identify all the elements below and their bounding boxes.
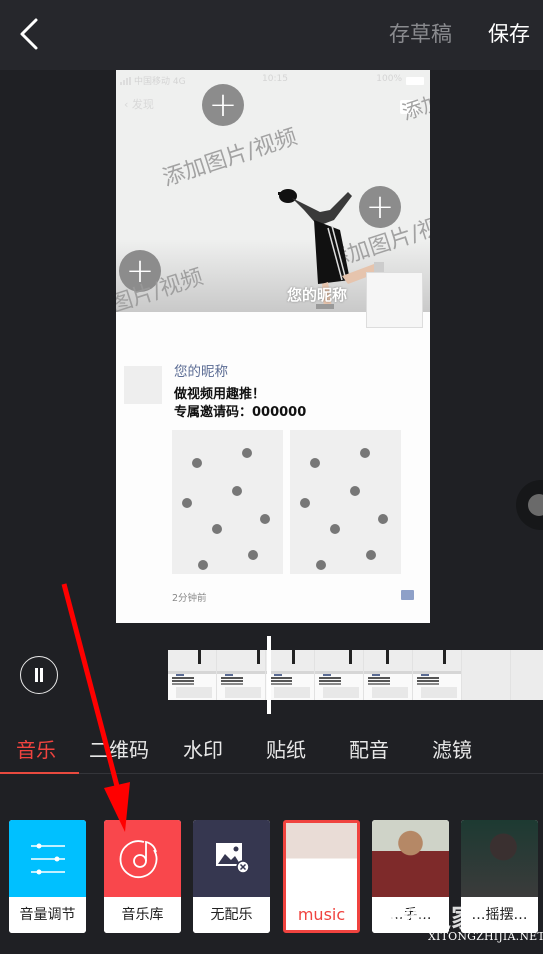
feed-invite-code: 专属邀请码：000000 xyxy=(174,405,307,420)
save-button[interactable]: 保存 xyxy=(488,18,530,48)
preview-status-bar: 中国移动 4G 10:15 100% xyxy=(116,74,430,88)
carrier-text: 中国移动 4G xyxy=(134,77,186,87)
timeline-frame[interactable] xyxy=(413,650,462,700)
tile-label: 无配乐 xyxy=(193,897,270,933)
no-music-tile[interactable]: 无配乐 xyxy=(193,820,270,933)
active-tab-indicator xyxy=(0,772,79,774)
nickname-overlay: 您的昵称 xyxy=(287,286,348,304)
music-note-disc-icon xyxy=(119,840,158,879)
volume-sliders-icon xyxy=(31,843,65,875)
timeline-frame[interactable] xyxy=(217,650,266,700)
tab-voiceover[interactable]: 配音 xyxy=(349,734,389,763)
tab-filters[interactable]: 滤镜 xyxy=(432,734,472,763)
add-media-plus-icon: + xyxy=(202,84,244,126)
tab-stickers[interactable]: 贴纸 xyxy=(266,734,306,763)
timeline-playhead[interactable] xyxy=(267,636,271,714)
feed-nickname: 您的昵称 xyxy=(174,364,228,380)
tab-watermark[interactable]: 水印 xyxy=(183,734,223,763)
timeline-frame[interactable] xyxy=(315,650,364,700)
timeline-frame[interactable] xyxy=(168,650,217,700)
timeline-frame[interactable] xyxy=(364,650,413,700)
tile-art xyxy=(9,820,86,897)
status-time: 10:15 xyxy=(262,74,288,84)
editor-tabs: 音乐 二维码 水印 贴纸 配音 滤镜 xyxy=(0,730,543,774)
tab-music[interactable]: 音乐 xyxy=(16,734,56,763)
pause-icon xyxy=(35,668,38,682)
feed-image-placeholder xyxy=(290,430,401,574)
top-bar: 存草稿 保存 xyxy=(0,0,543,70)
video-preview[interactable]: 中国移动 4G 10:15 100% ‹ 发现 + 添加图片/视频 添加图片/视… xyxy=(116,70,430,623)
timeline-strip[interactable] xyxy=(168,650,543,700)
timeline-frame[interactable] xyxy=(462,650,511,700)
no-music-image-icon xyxy=(216,843,250,874)
music-library-tile[interactable]: 音乐库 xyxy=(104,820,181,933)
filter-toggle-button[interactable] xyxy=(516,480,543,530)
tile-label: 音乐库 xyxy=(104,897,181,933)
feed-description: 做视频用趣推！ xyxy=(174,387,266,402)
timeline-frame[interactable] xyxy=(511,650,543,700)
aperture-icon xyxy=(528,494,543,516)
tile-art xyxy=(193,820,270,897)
feed-avatar xyxy=(124,366,162,404)
site-watermark-en: XITONGZHIJIA.NET xyxy=(428,930,543,943)
save-draft-button[interactable]: 存草稿 xyxy=(389,18,452,48)
feed-image-placeholder xyxy=(172,430,283,574)
tab-qrcode[interactable]: 二维码 xyxy=(89,734,149,763)
battery-icon xyxy=(406,77,424,85)
tile-label: music xyxy=(286,897,357,930)
signal-icon xyxy=(120,77,131,85)
tile-label: 音量调节 xyxy=(9,897,86,933)
battery-text: 100% xyxy=(376,74,402,84)
volume-adjust-tile[interactable]: 音量调节 xyxy=(9,820,86,933)
track-cover-singer xyxy=(461,820,538,897)
timeline-frame[interactable] xyxy=(266,650,315,700)
preview-back-link: ‹ 发现 xyxy=(124,98,154,111)
preview-back-label: 发现 xyxy=(131,98,154,111)
comment-icon xyxy=(401,590,414,600)
back-button[interactable] xyxy=(16,16,46,52)
pause-icon-bar xyxy=(40,668,43,682)
qr-code-thumbnail xyxy=(366,272,423,328)
music-track-tile-selected[interactable]: music xyxy=(283,820,360,933)
track-thumbnail xyxy=(286,823,357,900)
track-cover-guitarist xyxy=(372,820,449,897)
feed-time: 2分钟前 xyxy=(172,593,207,604)
pause-button[interactable] xyxy=(20,656,58,694)
chevron-left-icon xyxy=(20,18,38,50)
tile-art xyxy=(104,820,181,897)
